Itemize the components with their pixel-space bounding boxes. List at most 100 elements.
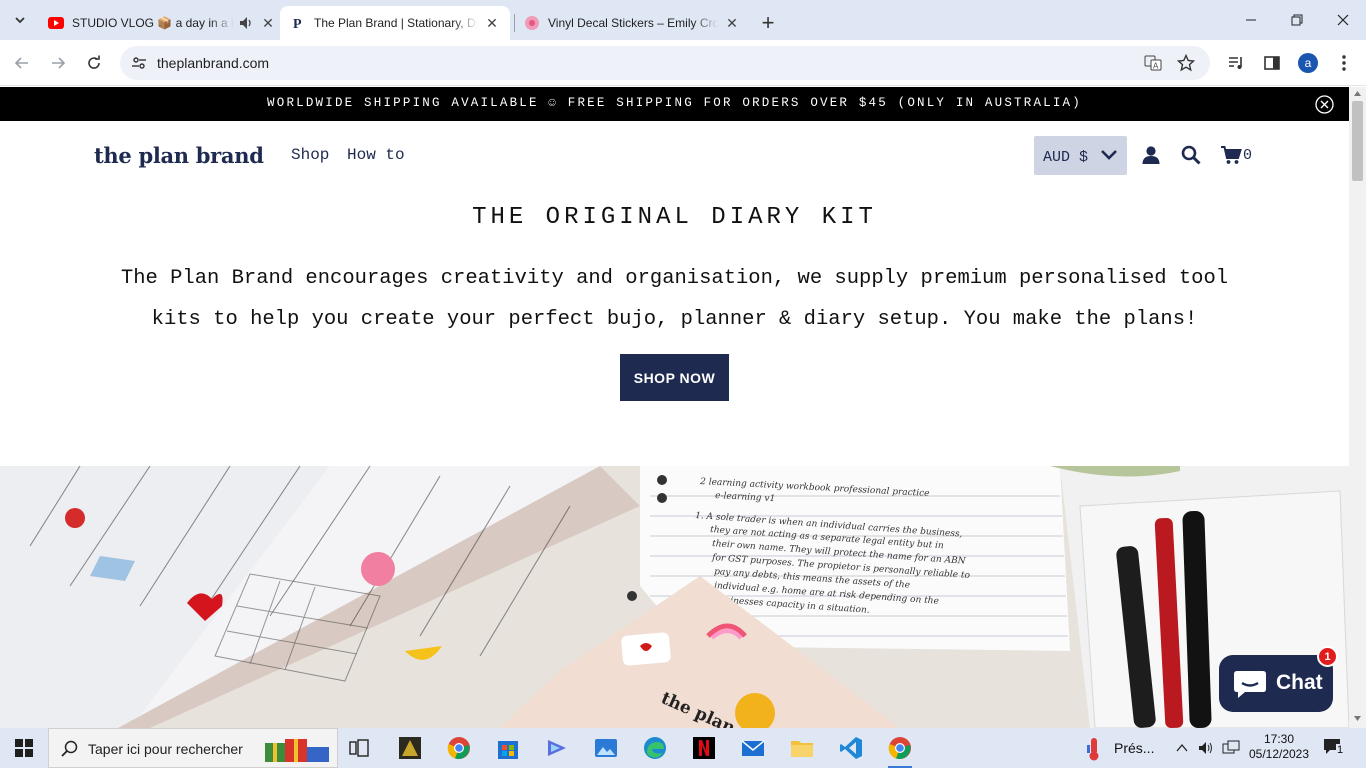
bookmark-star-icon[interactable] <box>1177 54 1195 72</box>
store-icon <box>498 741 518 759</box>
chat-notification-badge: 1 <box>1317 646 1338 667</box>
folder-icon <box>791 741 813 757</box>
hero-description: The Plan Brand encourages creativity and… <box>120 267 1229 331</box>
start-button[interactable] <box>8 732 40 764</box>
close-icon <box>1337 14 1349 26</box>
tab-search-button[interactable] <box>8 8 32 32</box>
taskbar-search-placeholder: Taper ici pour rechercher <box>88 741 243 757</box>
address-bar[interactable]: theplanbrand.com A <box>120 46 1210 80</box>
taskbar-app-netflix[interactable] <box>688 732 720 764</box>
hero-title: THE ORIGINAL DIARY KIT <box>472 204 877 231</box>
chat-widget-button[interactable]: Chat <box>1219 655 1333 712</box>
taskbar-app-photos[interactable] <box>590 732 622 764</box>
taskbar-app-archive[interactable] <box>394 732 426 764</box>
chrome-icon <box>888 737 911 760</box>
taskbar-app-chrome-profile[interactable] <box>884 732 916 768</box>
plus-icon: + <box>761 10 775 35</box>
currency-selector[interactable]: AUD $ <box>1034 136 1127 175</box>
tab-studio-vlog[interactable]: STUDIO VLOG 📦 a day in a life ✕ <box>40 6 276 40</box>
cart-button[interactable] <box>1219 143 1243 167</box>
weather-text[interactable]: Prés... <box>1114 740 1154 756</box>
close-tab-icon[interactable]: ✕ <box>724 15 740 31</box>
restore-button[interactable] <box>1274 0 1320 40</box>
browser-menu-button[interactable] <box>1332 51 1356 75</box>
scroll-down-icon[interactable] <box>1353 714 1362 723</box>
network-icon[interactable] <box>1222 740 1240 756</box>
tab-plan-brand[interactable]: P The Plan Brand | Stationary, Diary Kit… <box>280 6 510 40</box>
close-circle-icon[interactable] <box>1315 95 1334 114</box>
mail-icon <box>741 740 765 756</box>
youtube-icon <box>48 17 64 29</box>
taskbar-app-file-explorer[interactable] <box>786 732 818 764</box>
svg-text:P: P <box>293 17 302 31</box>
volume-icon[interactable] <box>1198 740 1214 756</box>
scrollbar-thumb[interactable] <box>1352 101 1363 181</box>
netflix-icon <box>693 737 715 759</box>
account-button[interactable] <box>1139 143 1163 167</box>
arrow-right-icon <box>52 57 66 69</box>
nav-link-how-to[interactable]: How to <box>347 146 405 164</box>
taskbar-clock[interactable]: 17:30 05/12/2023 <box>1248 732 1310 762</box>
announcement-bar: WORLDWIDE SHIPPING AVAILABLE ☺ FREE SHIP… <box>0 87 1349 121</box>
media-controls-button[interactable] <box>1224 51 1248 75</box>
hero-photo: 2 learning activity workbook professiona… <box>0 466 1349 728</box>
back-button[interactable] <box>8 49 36 77</box>
shop-now-button[interactable]: SHOP NOW <box>620 354 729 401</box>
close-tab-icon[interactable]: ✕ <box>484 15 500 31</box>
new-tab-button[interactable]: + <box>756 6 780 40</box>
site-logo[interactable]: the plan brand <box>94 143 264 168</box>
site-header: the plan brand Shop How to AUD $ 0 <box>0 121 1349 191</box>
hero-image: 2 learning activity workbook professiona… <box>0 466 1349 728</box>
plan-brand-p-icon: P <box>293 17 302 31</box>
more-vertical-icon <box>1342 55 1346 71</box>
site-info-icon[interactable] <box>131 55 147 71</box>
close-window-button[interactable] <box>1320 0 1366 40</box>
windows-logo-icon <box>15 739 33 757</box>
search-button[interactable] <box>1179 143 1203 167</box>
taskbar-app-vscode[interactable] <box>835 732 867 764</box>
profile-button[interactable]: a <box>1296 51 1320 75</box>
chevron-down-icon <box>15 17 25 24</box>
speaker-icon[interactable] <box>238 15 254 31</box>
chat-bubble-icon <box>1234 671 1266 698</box>
task-view-icon <box>349 739 369 757</box>
flower-icon <box>525 16 539 30</box>
nav-link-shop[interactable]: Shop <box>291 146 329 164</box>
browser-tab-bar: STUDIO VLOG 📦 a day in a life ✕ P The Pl… <box>0 0 1366 40</box>
url-text[interactable]: theplanbrand.com <box>157 55 269 71</box>
taskbar-app-mail[interactable] <box>737 732 769 764</box>
taskbar-app-store[interactable] <box>492 732 524 764</box>
currency-label: AUD $ <box>1043 149 1089 166</box>
tab-vinyl-decal[interactable]: Vinyl Decal Stickers – Emily Cromwell ✕ <box>516 6 748 40</box>
chevron-down-icon <box>1101 150 1117 160</box>
notification-center-button[interactable]: 1 <box>1322 736 1348 760</box>
tab-title: The Plan Brand | Stationary, Diary Kits <box>314 16 478 30</box>
page-scrollbar[interactable] <box>1349 87 1366 728</box>
taskbar-app-chrome[interactable] <box>443 732 475 764</box>
playlist-icon <box>1229 57 1242 69</box>
svg-text:A: A <box>1153 62 1159 71</box>
task-view-button[interactable] <box>343 732 375 764</box>
user-icon <box>1142 146 1160 164</box>
close-tab-icon[interactable]: ✕ <box>260 15 276 31</box>
scroll-up-icon[interactable] <box>1353 89 1362 98</box>
forward-button[interactable] <box>44 49 72 77</box>
avatar: a <box>1298 53 1318 73</box>
announcement-text: WORLDWIDE SHIPPING AVAILABLE ☺ FREE SHIP… <box>267 96 1082 110</box>
cart-count[interactable]: 0 <box>1243 147 1252 164</box>
side-panel-button[interactable] <box>1260 51 1284 75</box>
search-icon <box>1181 145 1201 165</box>
notification-count: 1 <box>1336 744 1345 756</box>
chevron-up-icon[interactable] <box>1176 743 1188 753</box>
taskbar-app-edge[interactable] <box>639 732 671 764</box>
taskbar-app-video-editor[interactable] <box>541 732 573 764</box>
minimize-button[interactable] <box>1228 0 1274 40</box>
restore-icon <box>1291 14 1303 26</box>
video-editor-icon <box>548 740 566 756</box>
thermometer-icon <box>1087 738 1099 761</box>
reload-button[interactable] <box>80 49 108 77</box>
browser-toolbar: theplanbrand.com A a <box>0 40 1366 86</box>
arrow-left-icon <box>14 57 28 69</box>
translate-icon[interactable]: A <box>1144 54 1162 72</box>
taskbar-search-box[interactable]: Taper ici pour rechercher <box>48 728 338 768</box>
